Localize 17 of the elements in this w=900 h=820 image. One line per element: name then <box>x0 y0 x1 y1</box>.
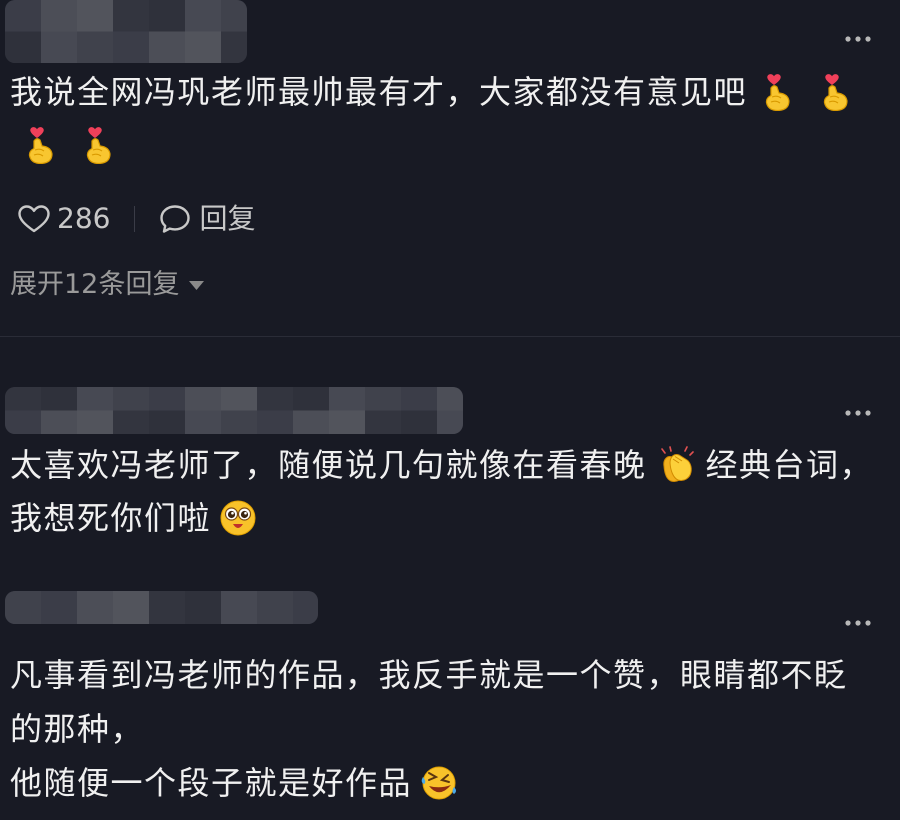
more-icon[interactable] <box>845 36 871 42</box>
comment-text: 凡事看到冯老师的作品，我反手就是一个赞，眼睛都不眨 <box>10 655 848 695</box>
comment-text: 太喜欢冯老师了，随便说几句就像在看春晚 <box>10 444 646 484</box>
more-icon[interactable] <box>845 620 871 626</box>
more-icon[interactable] <box>845 410 871 416</box>
comment-text: 的那种， <box>10 709 144 749</box>
speech-bubble-icon <box>159 204 192 234</box>
like-button[interactable]: 286 <box>18 202 110 236</box>
comment-text: 经典台词， <box>706 444 873 484</box>
clapping-hands-icon <box>658 446 694 483</box>
smiling-face-icon <box>219 500 257 536</box>
reply-button[interactable]: 回复 <box>159 202 256 236</box>
comment-text: 他随便一个段子就是好作品 <box>10 763 412 803</box>
comment-text: 我说全网冯巩老师最帅最有才，大家都没有意见吧 <box>10 72 747 112</box>
expand-replies-button[interactable]: 展开12条回复 <box>10 270 204 300</box>
comment-text: 我想死你们啦 <box>10 498 211 538</box>
laughing-face-icon <box>420 765 458 801</box>
